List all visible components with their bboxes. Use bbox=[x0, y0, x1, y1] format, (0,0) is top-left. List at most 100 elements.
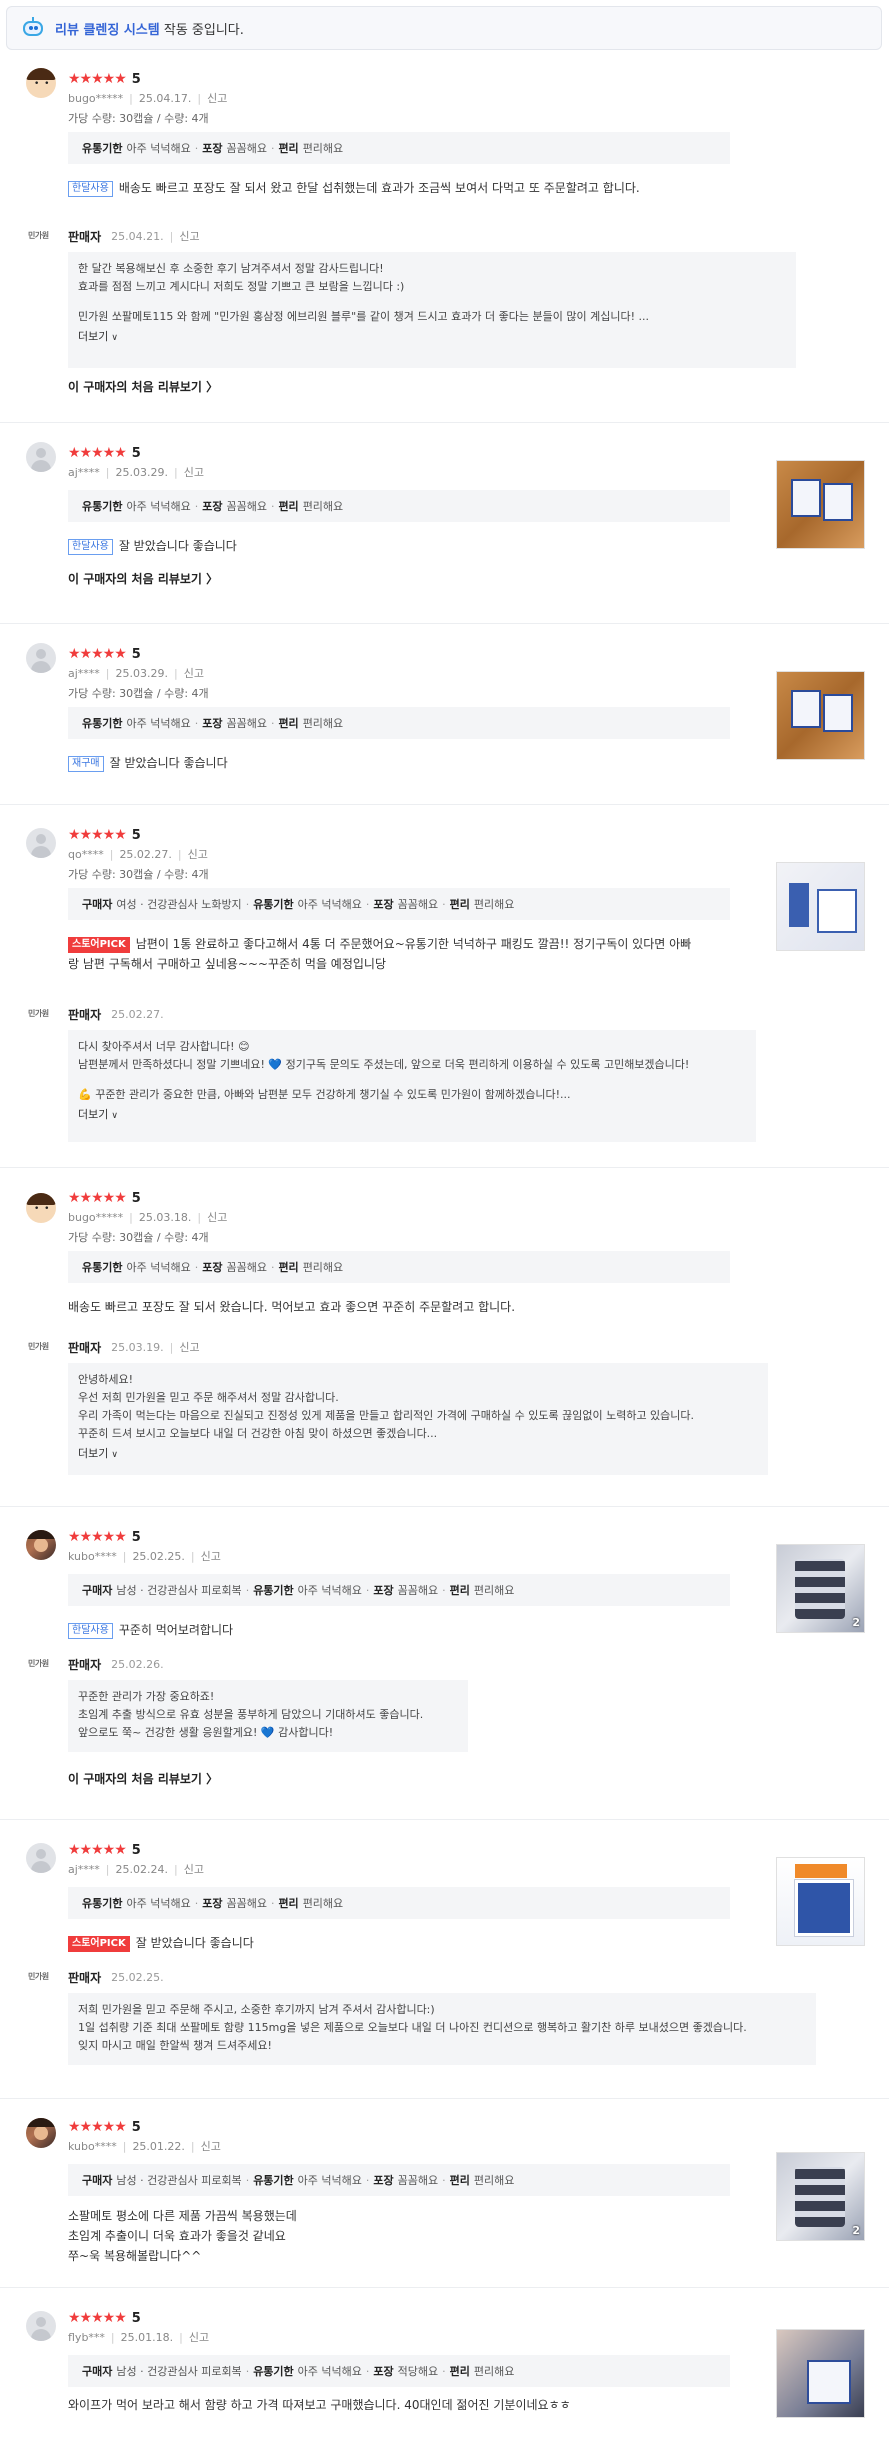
review-text: 한달사용 꾸준히 먹어보려합니다 bbox=[68, 1620, 889, 1640]
review-photo[interactable]: 2 bbox=[776, 1544, 865, 1633]
review-text: 재구매 잘 받았습니다 좋습니다 bbox=[68, 753, 889, 773]
seller-reply: 안녕하세요! 우선 저희 민가원을 믿고 주문 해주셔서 정말 감사합니다. 우… bbox=[68, 1363, 768, 1475]
avatar bbox=[26, 1193, 56, 1223]
star-rating: ★★★★★ bbox=[68, 1842, 127, 1858]
review-item: ★★★★★5 bugo*****|25.03.18.|신고 가당 수량: 30캡… bbox=[0, 1169, 889, 1507]
banner-text: 리뷰 클렌징 시스템 작동 중입니다. bbox=[55, 19, 244, 38]
review-date: 25.01.22. bbox=[132, 2139, 185, 2153]
seller-logo: 민가원 bbox=[28, 1342, 49, 1351]
review-date: 25.03.29. bbox=[115, 465, 168, 479]
star-rating: ★★★★★ bbox=[68, 1529, 127, 1545]
review-tag: 스토어PICK bbox=[68, 937, 130, 953]
more-button[interactable]: 더보기 ∨ bbox=[78, 1445, 758, 1464]
seller-reply: 다시 찾아주셔서 너무 감사합니다! 😊 남편분께서 만족하셨다니 정말 기쁘네… bbox=[68, 1030, 756, 1142]
rating-score: 5 bbox=[131, 1190, 141, 1206]
report-link[interactable]: 신고 bbox=[184, 464, 204, 480]
first-review-link[interactable]: 이 구매자의 처음 리뷰보기 〉 bbox=[68, 378, 218, 395]
review-date: 25.03.18. bbox=[138, 1210, 192, 1224]
report-link[interactable]: 신고 bbox=[189, 2329, 209, 2345]
review-tag: 한달사용 bbox=[68, 539, 113, 555]
reviewer-id: kubo**** bbox=[68, 1549, 117, 1563]
review-cleansing-banner: 리뷰 클렌징 시스템 작동 중입니다. bbox=[6, 6, 882, 50]
rating-score: 5 bbox=[131, 827, 141, 843]
review-photo[interactable] bbox=[776, 862, 865, 951]
star-rating: ★★★★★ bbox=[68, 2310, 127, 2326]
chevron-down-icon: ∨ bbox=[111, 1111, 118, 1121]
report-link[interactable]: 신고 bbox=[179, 228, 199, 244]
star-rating: ★★★★★ bbox=[68, 827, 127, 843]
review-text: 한달사용 배송도 빠르고 포장도 잘 되서 왔고 한달 섭취했는데 효과가 조금씩… bbox=[68, 178, 889, 198]
report-link[interactable]: 신고 bbox=[207, 1209, 227, 1225]
avatar bbox=[26, 828, 56, 858]
review-photo[interactable] bbox=[776, 2329, 865, 2418]
review-date: 25.02.27. bbox=[119, 847, 172, 861]
avatar bbox=[26, 2311, 56, 2341]
review-photo[interactable] bbox=[776, 1857, 865, 1946]
review-item: ★★★★★ 5 qo**** | 25.02.27. | 신고 가당 수량: 30캡슐 /… bbox=[0, 806, 889, 1168]
reply-date: 25.03.19. bbox=[111, 1340, 164, 1354]
seller-logo: 민가원 bbox=[28, 1659, 49, 1668]
review-date: 25.04.17. bbox=[138, 91, 192, 105]
review-photo[interactable] bbox=[776, 671, 865, 760]
review-text: 배송도 빠르고 포장도 잘 되서 왔습니다. 먹어보고 효과 좋으면 꾸준히 주… bbox=[68, 1300, 516, 1314]
reviewer-id: flyb*** bbox=[68, 2330, 105, 2344]
seller-label: 판매자 bbox=[68, 1970, 102, 1985]
avatar bbox=[26, 643, 56, 673]
chevron-down-icon: ∨ bbox=[111, 333, 118, 343]
review-attributes: 유통기한 아주 넉넉해요 · 포장 꼼꼼해요 · 편리 편리해요 bbox=[68, 1887, 730, 1919]
report-link[interactable]: 신고 bbox=[207, 90, 227, 106]
reviewer-id: bugo***** bbox=[68, 1210, 124, 1224]
review-date: 25.02.24. bbox=[115, 1862, 168, 1876]
review-attributes: 구매자 남성 · 건강관심사 피로회복 · 유통기한 아주 넉넉해요 · 포장 적당해요 · 편리… bbox=[68, 2355, 730, 2387]
rating-score: 5 bbox=[131, 646, 141, 662]
reviewer-id: bugo***** bbox=[68, 91, 124, 105]
review-item: ★★★★★ 5 flyb*** | 25.01.18. | 신고 구매자 남성 · 건강관심… bbox=[0, 2289, 889, 2442]
review-item: ★★★★★ 5 aj**** | 25.02.24. | 신고 유통기한 아주 넉넉해요 · 포… bbox=[0, 1821, 889, 2099]
avatar bbox=[26, 1843, 56, 1873]
report-link[interactable]: 신고 bbox=[184, 1861, 204, 1877]
review-tag: 한달사용 bbox=[68, 1623, 113, 1639]
seller-logo: 민가원 bbox=[28, 231, 49, 240]
more-button[interactable]: 더보기 ∨ bbox=[78, 328, 786, 347]
option-info: 가당 수량: 30캡슐 / 수량: 4개 bbox=[68, 1231, 209, 1244]
reviewer-id: aj**** bbox=[68, 1862, 100, 1876]
report-link[interactable]: 신고 bbox=[201, 1548, 221, 1564]
first-review-link[interactable]: 이 구매자의 처음 리뷰보기 〉 bbox=[68, 1770, 218, 1787]
banner-highlight: 리뷰 클렌징 시스템 bbox=[55, 22, 160, 38]
review-date: 25.02.25. bbox=[132, 1549, 185, 1563]
reviewer-id: aj**** bbox=[68, 465, 100, 479]
first-review-link[interactable]: 이 구매자의 처음 리뷰보기 〉 bbox=[68, 570, 889, 587]
option-info: 가당 수량: 30캡슐 / 수량: 4개 bbox=[68, 112, 209, 125]
rating-score: 5 bbox=[131, 1529, 141, 1545]
review-photo[interactable]: 2 bbox=[776, 2152, 865, 2241]
review-tag: 한달사용 bbox=[68, 181, 113, 197]
rating-score: 5 bbox=[131, 2310, 141, 2326]
avatar bbox=[26, 68, 56, 98]
seller-label: 판매자 bbox=[68, 1007, 102, 1022]
review-item: ★★★★★ 5 kubo**** | 25.01.22. | 신고 구매자 남성 · 건강관… bbox=[0, 2100, 889, 2288]
report-link[interactable]: 신고 bbox=[179, 1339, 199, 1355]
reply-date: 25.02.26. bbox=[111, 1657, 164, 1671]
report-link[interactable]: 신고 bbox=[201, 2138, 221, 2154]
review-photo[interactable] bbox=[776, 460, 865, 549]
seller-label: 판매자 bbox=[68, 1340, 102, 1355]
review-text: 스토어PICK 남편이 1통 완료하고 좋다고해서 4통 더 주문했어요~유통기한… bbox=[68, 937, 692, 971]
review-text: 스토어PICK 잘 받았습니다 좋습니다 bbox=[68, 1933, 889, 1953]
review-tag: 재구매 bbox=[68, 756, 104, 772]
reply-date: 25.04.21. bbox=[111, 229, 164, 243]
photo-count: 2 bbox=[852, 1616, 860, 1629]
star-rating: ★★★★★ bbox=[68, 2119, 127, 2135]
review-item: ★★★★★ 5 aj**** | 25.03.29. | 신고 유통기한 아주 넉넉해요 · 포… bbox=[0, 424, 889, 624]
rating-score: 5 bbox=[131, 2119, 141, 2135]
review-text: 와이프가 먹어 보라고 해서 함량 하고 가격 따져보고 구매했습니다. 40대… bbox=[68, 2398, 571, 2412]
reviewer-id: kubo**** bbox=[68, 2139, 117, 2153]
report-link[interactable]: 신고 bbox=[188, 846, 208, 862]
review-attributes: 유통기한 아주 넉넉해요 · 포장 꼼꼼해요 · 편리 편리해요 bbox=[68, 707, 730, 739]
more-button[interactable]: 더보기 ∨ bbox=[78, 1106, 746, 1125]
star-rating: ★★★★★ bbox=[68, 1190, 127, 1206]
star-rating: ★★★★★ bbox=[68, 71, 127, 87]
report-link[interactable]: 신고 bbox=[184, 665, 204, 681]
photo-count: 2 bbox=[852, 2224, 860, 2237]
reply-date: 25.02.25. bbox=[111, 1970, 164, 1984]
review-date: 25.03.29. bbox=[115, 666, 168, 680]
